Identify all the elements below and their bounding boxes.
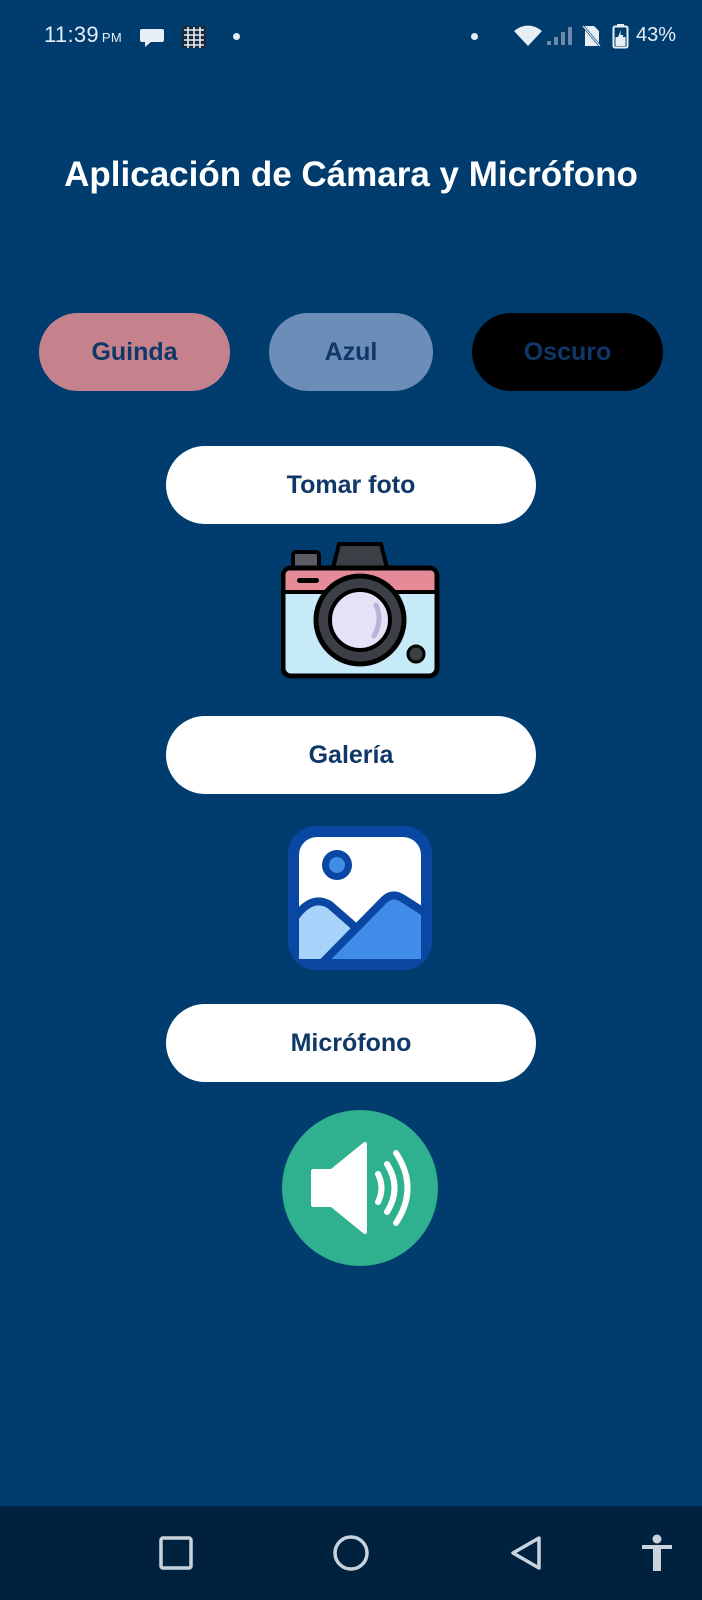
circle-icon [333, 1535, 369, 1571]
message-bubble-icon [140, 29, 164, 47]
oscuro-theme-button[interactable]: Oscuro [472, 313, 663, 391]
recent-apps-button[interactable] [136, 1506, 216, 1600]
status-ampm: PM [101, 30, 123, 45]
status-dot-right [471, 33, 478, 40]
wifi-icon [514, 25, 542, 46]
guinda-theme-button[interactable]: Guinda [39, 313, 230, 391]
status-clock: 11:39 [44, 22, 99, 47]
take-photo-button[interactable]: Tomar foto [166, 446, 536, 524]
microphone-button[interactable]: Micrófono [166, 1004, 536, 1082]
accessibility-button[interactable] [617, 1506, 697, 1600]
speaker-icon [282, 1110, 438, 1266]
page-title: Aplicación de Cámara y Micrófono [64, 155, 638, 194]
status-bar: 11:39 PM 43% [0, 0, 702, 72]
gallery-button[interactable]: Galería [166, 716, 536, 794]
gallery-icon [288, 826, 432, 970]
azul-theme-button[interactable]: Azul [269, 313, 433, 391]
back-button[interactable] [486, 1506, 566, 1600]
status-time: 11:39 PM [44, 22, 122, 48]
status-dot-left [233, 33, 240, 40]
app-notification-icon [182, 26, 206, 48]
back-triangle-icon [511, 1536, 541, 1570]
square-icon [159, 1536, 193, 1570]
signal-icon [547, 27, 572, 45]
navigation-bar [0, 1506, 702, 1600]
camera-icon [281, 542, 440, 679]
battery-icon [612, 24, 629, 49]
home-button[interactable] [311, 1506, 391, 1600]
battery-percentage: 43% [636, 24, 677, 46]
no-sim-icon [582, 25, 601, 47]
accessibility-icon [642, 1534, 672, 1571]
